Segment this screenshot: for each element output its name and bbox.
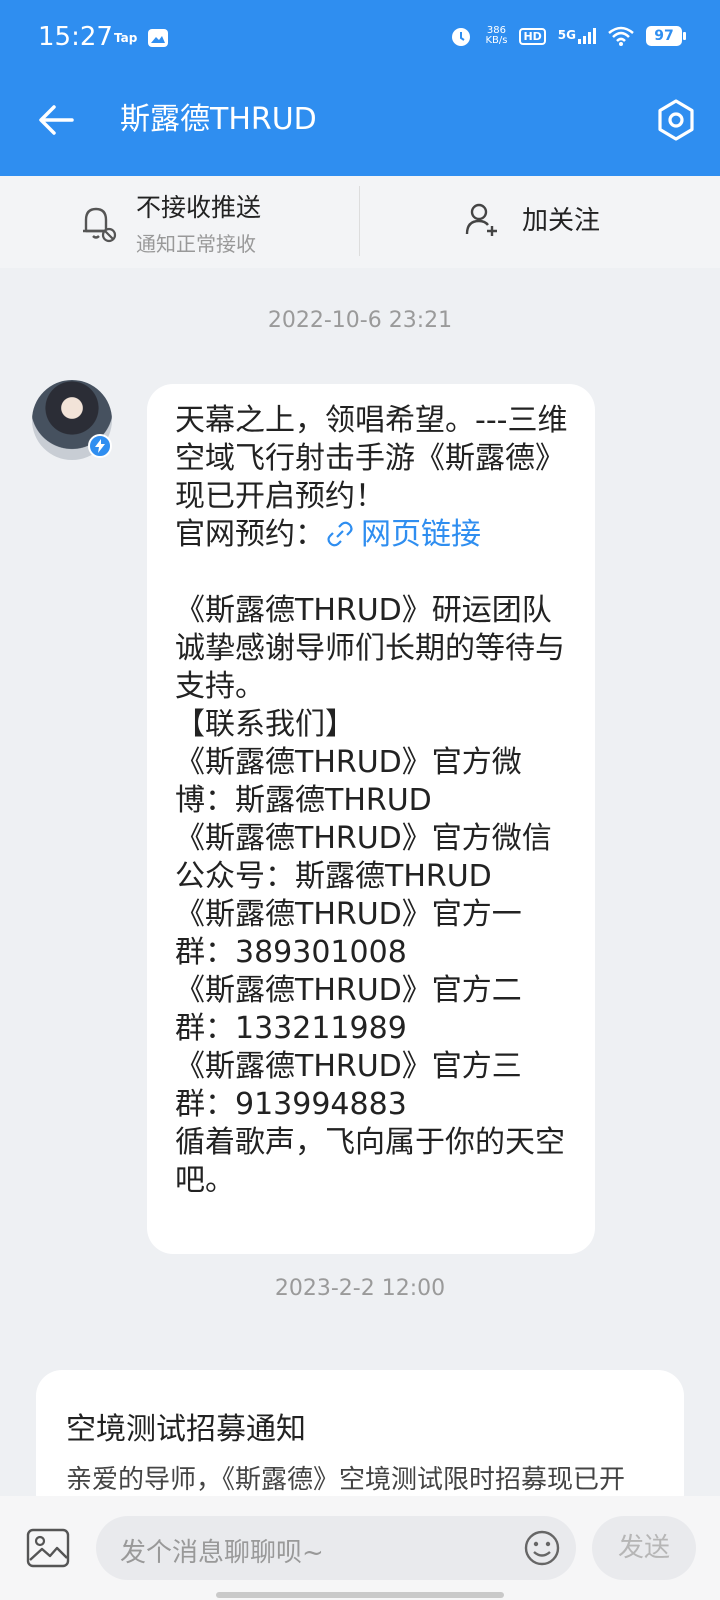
wifi-icon: [608, 26, 634, 46]
link-icon: [327, 521, 353, 547]
message-bubble: 天幕之上，领唱希望。---三维空域飞行射击手游《斯露德》现已开启预约！ 官网预约…: [147, 384, 595, 1254]
battery-icon: 97: [646, 26, 686, 46]
web-link[interactable]: 网页链接: [361, 517, 481, 552]
top-header: 15:27 Tap 386 KB/s HD 5G 97 斯露德THRUD: [0, 0, 720, 176]
divider: [359, 186, 360, 256]
signal-icon: 5G: [558, 28, 596, 44]
push-toggle-button[interactable]: 不接收推送 通知正常接收: [78, 188, 261, 257]
alarm-icon: [452, 28, 471, 46]
message-input[interactable]: 发个消息聊聊呗~: [96, 1516, 576, 1580]
nav-bar: 斯露德THRUD: [0, 84, 720, 156]
image-notification-icon: [148, 29, 169, 47]
input-placeholder: 发个消息聊聊呗~: [120, 1538, 324, 1568]
tap-app-icon: Tap: [114, 31, 138, 45]
action-bar: 不接收推送 通知正常接收 加关注: [0, 176, 720, 268]
timestamp-divider: 2022-10-6 23:21: [267, 308, 453, 333]
input-bar: 发个消息聊聊呗~ 发送: [0, 1496, 720, 1600]
message-text-body: 《斯露德THRUD》研运团队诚挚感谢导师们长期的等待与支持。 【联系我们】 《斯…: [175, 593, 565, 1198]
status-bar: 15:27 Tap 386 KB/s HD 5G 97: [0, 0, 720, 80]
page-title: 斯露德THRUD: [120, 102, 317, 137]
net-speed: 386 KB/s: [485, 25, 508, 46]
card-title: 空境测试招募通知: [66, 1412, 306, 1447]
emoji-icon[interactable]: [522, 1528, 562, 1568]
push-label: 不接收推送: [136, 193, 262, 222]
follow-button[interactable]: 加关注: [464, 200, 600, 237]
image-picker-icon[interactable]: [26, 1526, 70, 1570]
bell-muted-icon: [83, 207, 117, 242]
settings-hexagon-icon[interactable]: [654, 98, 698, 142]
hd-icon: HD: [519, 27, 546, 45]
status-time: 15:27: [38, 22, 113, 52]
add-user-icon: [465, 203, 497, 236]
home-indicator[interactable]: [216, 1592, 504, 1598]
push-sublabel: 通知正常接收: [136, 232, 256, 256]
follow-label: 加关注: [522, 206, 601, 236]
send-button[interactable]: 发送: [592, 1516, 696, 1580]
back-arrow-icon[interactable]: [36, 100, 76, 140]
timestamp-divider: 2023-2-2 12:00: [274, 1276, 446, 1301]
verified-badge-icon: [88, 434, 112, 458]
